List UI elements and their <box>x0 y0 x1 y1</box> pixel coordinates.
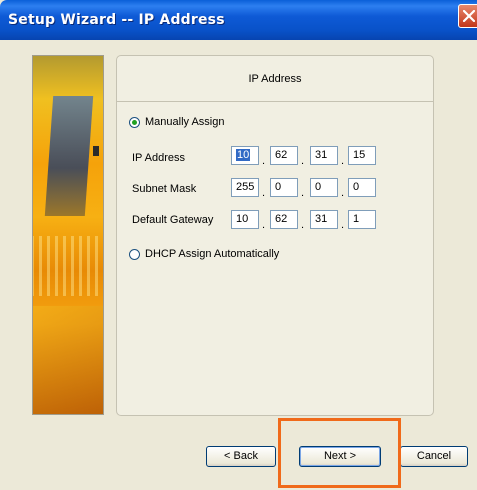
ip-dot-3: . <box>341 155 345 167</box>
ip-octet-4[interactable]: 15 <box>348 146 376 165</box>
gateway-dot-2: . <box>301 219 305 231</box>
close-icon <box>463 10 475 22</box>
subnet-octet-3[interactable]: 0 <box>310 178 338 197</box>
ip-octet-2[interactable]: 62 <box>270 146 298 165</box>
subnet-mask-label: Subnet Mask <box>132 183 197 195</box>
title-bar: Setup Wizard -- IP Address <box>0 0 477 40</box>
ip-address-label: IP Address <box>132 152 185 164</box>
manual-assign-label: Manually Assign <box>145 116 225 128</box>
gateway-dot-1: . <box>262 219 266 231</box>
dhcp-assign-radio[interactable] <box>129 249 140 260</box>
subnet-octet-2[interactable]: 0 <box>270 178 298 197</box>
gateway-dot-3: . <box>341 219 345 231</box>
wizard-side-image <box>32 55 104 415</box>
ip-dot-2: . <box>301 155 305 167</box>
panel-header: IP Address <box>117 56 433 102</box>
ip-dot-1: . <box>262 155 266 167</box>
default-gateway-label: Default Gateway <box>132 214 214 226</box>
panel-title: IP Address <box>248 73 302 85</box>
gateway-octet-2[interactable]: 62 <box>270 210 298 229</box>
gateway-octet-1[interactable]: 10 <box>231 210 259 229</box>
gateway-octet-3[interactable]: 31 <box>310 210 338 229</box>
next-button-highlight <box>278 418 401 488</box>
ip-address-panel: IP Address Manually Assign IP Address 10… <box>116 55 434 416</box>
manual-assign-radio[interactable] <box>129 117 140 128</box>
close-button[interactable] <box>458 4 477 28</box>
window-title: Setup Wizard -- IP Address <box>8 12 225 28</box>
back-button[interactable]: < Back <box>206 446 276 467</box>
subnet-octet-4[interactable]: 0 <box>348 178 376 197</box>
ip-octet-3[interactable]: 31 <box>310 146 338 165</box>
setup-wizard-window: Setup Wizard -- IP Address IP Address Ma… <box>0 0 477 490</box>
cancel-button[interactable]: Cancel <box>400 446 468 467</box>
subnet-octet-1[interactable]: 255 <box>231 178 259 197</box>
subnet-dot-3: . <box>341 187 345 199</box>
dhcp-assign-label: DHCP Assign Automatically <box>145 248 280 260</box>
subnet-dot-1: . <box>262 187 266 199</box>
ip-octet-1[interactable]: 10 <box>231 146 259 165</box>
subnet-dot-2: . <box>301 187 305 199</box>
gateway-octet-4[interactable]: 1 <box>348 210 376 229</box>
